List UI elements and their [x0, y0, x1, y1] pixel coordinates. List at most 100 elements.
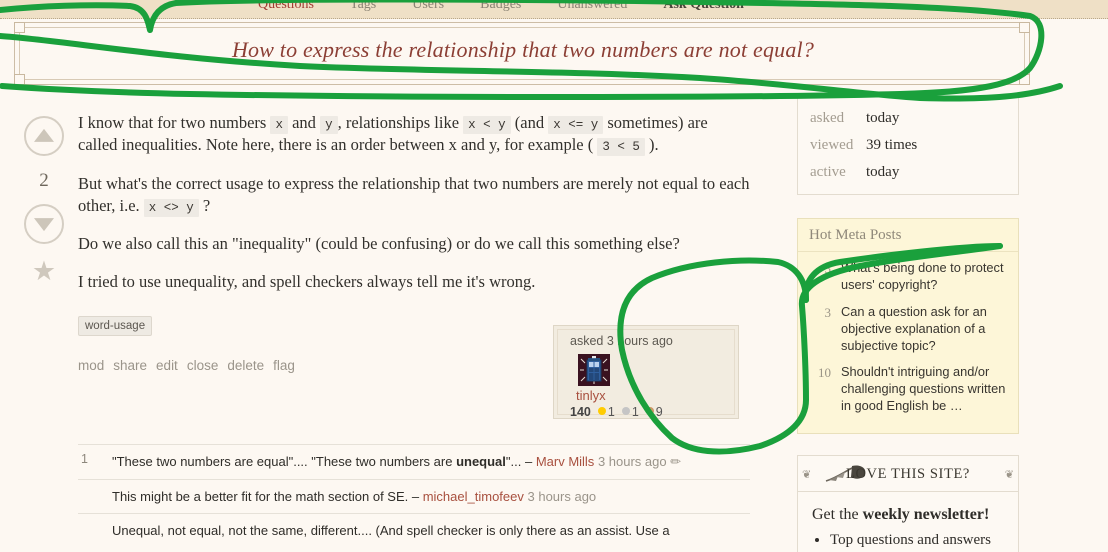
paragraph-3: Do we also call this an "inequality" (co…: [78, 234, 680, 254]
asked-time-label: asked 3 hours ago: [570, 334, 673, 348]
comment-author[interactable]: michael_timofeev: [423, 489, 524, 504]
code-3-lt-5: 3 < 5: [597, 138, 645, 157]
gold-badge-count: 1: [607, 405, 615, 419]
top-navigation-bar: Questions Tags Users Badges Unanswered A…: [0, 0, 1108, 19]
comment-text-before: This might be a better fit for the math …: [112, 488, 423, 504]
newsletter-lead-b: weekly newsletter!: [862, 506, 990, 524]
sidebar: asked today viewed 39 times active today…: [797, 96, 1019, 552]
gold-badge-icon: [597, 407, 606, 415]
action-flag[interactable]: flag: [273, 358, 295, 373]
nav-item-tags[interactable]: Tags: [332, 0, 394, 13]
action-edit[interactable]: edit: [156, 358, 178, 373]
list-item[interactable]: 5 What's being done to protect users' co…: [798, 256, 1018, 300]
frame-corner-top-right: [1019, 22, 1030, 33]
comment-score: 1: [81, 452, 88, 466]
stat-value: 39 times: [866, 137, 918, 153]
silver-badge-count: 1: [631, 405, 639, 419]
stat-label: active: [810, 164, 846, 180]
question-title-frame: How to express the relationship that two…: [14, 22, 1030, 85]
favorite-star-icon[interactable]: ★: [22, 258, 66, 285]
asker-reputation-line: 140 1 1 9: [570, 405, 663, 419]
newsletter-lead-a: Get the: [812, 506, 863, 524]
vote-column: 2 ★: [22, 116, 66, 285]
pencil-icon[interactable]: ✏: [670, 454, 681, 469]
comment-text: Unequal, not equal, not the same, differ…: [112, 523, 670, 538]
triangle-down-icon: [34, 218, 54, 232]
p1-text-c: , relationships like: [337, 113, 464, 132]
asker-user-card[interactable]: asked 3 hours ago tinlyx 140 1 1 9: [553, 325, 739, 419]
newsletter-header: ❦ LOVE THIS SITE? ❦: [797, 455, 1019, 492]
frame-corner-bottom-left: [14, 74, 25, 85]
newsletter-body: Get the weekly newsletter! Top questions…: [797, 491, 1019, 552]
newsletter-panel: ❦ LOVE THIS SITE? ❦ Get the weekly newsl…: [797, 455, 1019, 552]
frame-corner-bottom-right: [1019, 74, 1030, 85]
list-item[interactable]: 3 Can a question ask for an objective ex…: [798, 300, 1018, 361]
code-x-ne-y: x <> y: [143, 198, 199, 217]
action-delete[interactable]: delete: [227, 358, 264, 373]
upvote-button[interactable]: [24, 116, 64, 156]
downvote-button[interactable]: [24, 204, 64, 244]
vote-count: 2: [39, 170, 49, 191]
table-row[interactable]: 1 "These two numbers are equal".... "The…: [78, 444, 750, 479]
action-close[interactable]: close: [187, 358, 219, 373]
nav-item-questions[interactable]: Questions: [240, 0, 332, 13]
paragraph-1: I know that for two numbers x and y, rel…: [78, 112, 750, 157]
paragraph-2: But what's the correct usage to express …: [78, 173, 750, 218]
stat-row-active: active today: [798, 159, 1018, 186]
comment-author[interactable]: Marv Mills: [536, 454, 595, 469]
bronze-badge-icon: [645, 407, 654, 415]
code-x-1: x: [270, 116, 288, 134]
hot-meta-title[interactable]: Shouldn't intriguing and/or challenging …: [841, 364, 1007, 415]
reputation-value: 140: [570, 405, 591, 419]
page-title[interactable]: How to express the relationship that two…: [15, 37, 1031, 63]
hot-meta-score: 3: [824, 304, 832, 320]
stat-row-viewed: viewed 39 times: [798, 132, 1018, 159]
p1-text-b: and: [287, 113, 321, 132]
stat-row-asked: asked today: [798, 105, 1018, 132]
triangle-up-icon: [34, 128, 54, 142]
comment-text-before: "These two numbers are equal".... "These…: [112, 454, 457, 469]
comment-text-after: "... –: [505, 454, 536, 469]
comment-time: 3 hours ago: [527, 488, 597, 504]
code-y-1: y: [320, 116, 338, 134]
hot-meta-title[interactable]: Can a question ask for an objective expl…: [841, 304, 1007, 355]
nav-item-badges[interactable]: Badges: [462, 0, 539, 13]
hot-meta-title[interactable]: What's being done to protect users' copy…: [841, 260, 1007, 294]
tag-word-usage[interactable]: word-usage: [78, 315, 153, 336]
nav-item-users[interactable]: Users: [394, 0, 462, 13]
stat-value: today: [866, 164, 900, 180]
hot-meta-score: 10: [818, 365, 831, 381]
table-row[interactable]: This might be a better fit for the math …: [78, 478, 750, 514]
action-share[interactable]: share: [113, 358, 147, 373]
comment-text: "These two numbers are equal".... "These…: [112, 452, 750, 472]
newsletter-lead: Get the weekly newsletter!: [812, 506, 1004, 524]
comment-time: 3 hours ago: [597, 454, 667, 469]
comment-text-bold: unequal: [456, 454, 506, 469]
p2-text-b: ?: [198, 195, 211, 215]
avatar[interactable]: [578, 354, 610, 386]
stat-label: viewed: [810, 137, 854, 153]
silver-badge-icon: [621, 407, 630, 415]
question-stats-panel: asked today viewed 39 times active today: [797, 96, 1019, 195]
newsletter-heading: LOVE THIS SITE?: [846, 466, 970, 483]
nav-item-ask-question[interactable]: Ask Question: [645, 0, 762, 13]
list-item[interactable]: 10 Shouldn't intriguing and/or challengi…: [798, 360, 1018, 421]
table-row[interactable]: Unequal, not equal, not the same, differ…: [78, 513, 750, 548]
hot-meta-heading: Hot Meta Posts: [798, 219, 1018, 252]
paragraph-4: I tried to use unequality, and spell che…: [78, 272, 536, 292]
action-mod[interactable]: mod: [78, 358, 104, 373]
stat-value: today: [866, 110, 900, 126]
tardis-avatar-icon: [578, 354, 610, 386]
nav-items: Questions Tags Users Badges Unanswered A…: [240, 0, 762, 13]
page-root: Questions Tags Users Badges Unanswered A…: [0, 0, 1108, 552]
comment-list: 1 "These two numbers are equal".... "The…: [78, 444, 750, 548]
p1-text-a: I know that for two numbers: [78, 113, 271, 132]
frame-corner-top-left: [14, 22, 25, 33]
hot-meta-posts-panel: Hot Meta Posts 5 What's being done to pr…: [797, 218, 1019, 435]
nav-item-unanswered[interactable]: Unanswered: [539, 0, 645, 13]
p1-text-d: (and: [510, 113, 549, 132]
p1-text-f: ).: [644, 135, 659, 155]
main-content: 2 ★ I know that for two numbers x and y,…: [0, 96, 1108, 552]
code-x-lt-y: x < y: [463, 116, 511, 134]
asker-username[interactable]: tinlyx: [576, 388, 606, 403]
